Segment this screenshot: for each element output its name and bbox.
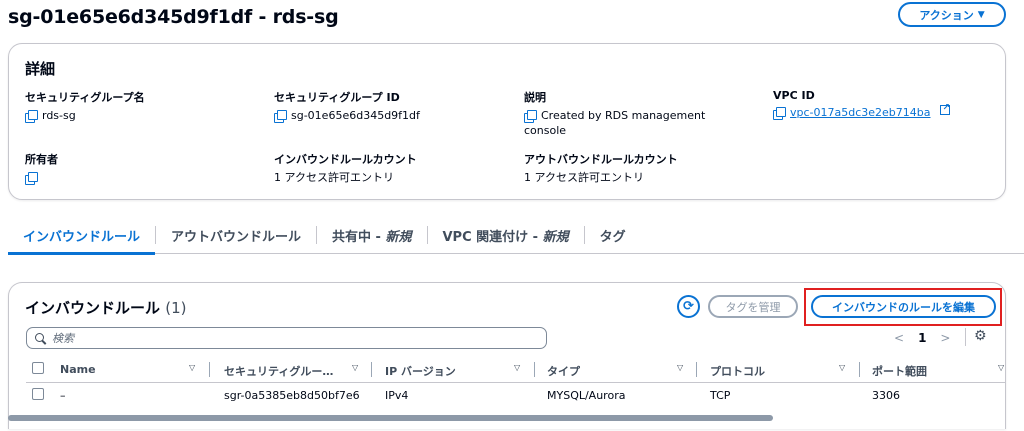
- sort-icon[interactable]: ▽: [839, 363, 845, 372]
- tab-tags[interactable]: タグ: [585, 218, 641, 254]
- actions-dropdown-button[interactable]: アクション ▼: [898, 2, 1006, 27]
- page-title: sg-01e65e6d345d9f1df - rds-sg: [8, 6, 339, 28]
- cell-rule-id: sgr-0a5385eb8d50bf7e6: [224, 389, 360, 402]
- search-icon: [35, 332, 46, 344]
- sg-name-value: rds-sg: [42, 109, 76, 122]
- horizontal-scrollbar[interactable]: [8, 415, 773, 421]
- search-input[interactable]: [52, 331, 532, 345]
- gear-icon[interactable]: ⚙: [974, 329, 988, 343]
- cell-name: –: [60, 389, 66, 402]
- details-panel: 詳細 セキュリティグループ名 rds-sg セキュリティグループ ID sg-0…: [8, 43, 1006, 200]
- sort-icon[interactable]: ▽: [352, 363, 358, 372]
- owner-value: [42, 170, 122, 178]
- external-link-icon: [939, 101, 950, 116]
- description-value-line1: Created by RDS management: [541, 109, 706, 122]
- vpc-id-label: VPC ID: [773, 89, 815, 102]
- cell-type: MYSQL/Aurora: [547, 389, 626, 402]
- outbound-count-value: 1 アクセス許可エントリ: [524, 171, 644, 184]
- caret-down-icon: ▼: [977, 9, 985, 20]
- sg-name-label: セキュリティグループ名: [25, 91, 145, 104]
- inbound-count-value: 1 アクセス許可エントリ: [274, 171, 394, 184]
- cell-port-range: 3306: [872, 389, 900, 402]
- copy-icon[interactable]: [25, 110, 38, 123]
- owner-label: 所有者: [25, 153, 58, 166]
- actions-button-label: アクション: [919, 8, 974, 22]
- tab-sharing[interactable]: 共有中 - 新規: [317, 218, 426, 254]
- tab-bar: インバウンドルール アウトバウンドルール 共有中 - 新規 VPC 関連付け -…: [8, 218, 1024, 255]
- tab-inbound-rules[interactable]: インバウンドルール: [8, 218, 156, 255]
- sg-name-field: セキュリティグループ名 rds-sg: [25, 89, 145, 123]
- table-row[interactable]: – sgr-0a5385eb8d50bf7e6 IPv4 MYSQL/Auror…: [26, 383, 1005, 407]
- manage-tags-button[interactable]: タグを管理: [708, 295, 798, 318]
- description-field: 説明 Created by RDS management console: [524, 89, 744, 138]
- row-checkbox[interactable]: [32, 388, 44, 400]
- prev-page-icon[interactable]: <: [894, 331, 904, 345]
- sg-id-value: sg-01e65e6d345d9f1df: [291, 109, 420, 122]
- tab-outbound-rules[interactable]: アウトバウンドルール: [156, 218, 316, 254]
- column-header-security-group-rule-id[interactable]: セキュリティグルー…: [224, 363, 333, 379]
- column-divider[interactable]: [371, 362, 372, 377]
- refresh-icon: ⟳: [683, 299, 694, 314]
- column-header-port-range[interactable]: ポート範囲: [872, 363, 927, 379]
- vpc-id-field: VPC ID vpc-017a5dc3e2eb714ba: [773, 89, 950, 120]
- select-all-checkbox[interactable]: [32, 362, 44, 374]
- pagination: < 1 >: [894, 331, 950, 345]
- rules-count: (1): [165, 299, 187, 317]
- description-value-line2: console: [524, 124, 567, 137]
- search-box[interactable]: [26, 327, 547, 349]
- sg-id-label: セキュリティグループ ID: [274, 91, 400, 104]
- cell-protocol: TCP: [710, 389, 731, 402]
- tab-vpc-associations[interactable]: VPC 関連付け - 新規: [428, 218, 584, 254]
- sort-icon[interactable]: ▽: [677, 363, 683, 372]
- copy-icon[interactable]: [773, 107, 786, 120]
- next-page-icon[interactable]: >: [940, 331, 950, 345]
- rules-table: Name ▽ セキュリティグルー… ▽ IP バージョン ▽ タイプ ▽ プロト…: [26, 357, 1005, 407]
- cell-ip-version: IPv4: [385, 389, 409, 402]
- outbound-count-field: アウトバウンドルールカウント 1 アクセス許可エントリ: [524, 151, 678, 185]
- inbound-rules-title: インバウンドルール (1): [25, 299, 187, 317]
- table-header-row: Name ▽ セキュリティグルー… ▽ IP バージョン ▽ タイプ ▽ プロト…: [26, 357, 1005, 383]
- sort-icon[interactable]: ▽: [998, 363, 1004, 372]
- inbound-rules-panel: インバウンドルール (1) ⟳ タグを管理 インバウンドのルールを編集 < 1 …: [8, 282, 1006, 429]
- inbound-count-field: インバウンドルールカウント 1 アクセス許可エントリ: [274, 151, 417, 185]
- column-header-name[interactable]: Name: [60, 363, 96, 376]
- copy-icon[interactable]: [274, 110, 287, 123]
- inbound-count-label: インバウンドルールカウント: [274, 153, 417, 166]
- sg-id-field: セキュリティグループ ID sg-01e65e6d345d9f1df: [274, 89, 420, 123]
- refresh-button[interactable]: ⟳: [677, 295, 700, 318]
- column-header-type[interactable]: タイプ: [547, 363, 580, 379]
- sort-icon[interactable]: ▽: [189, 363, 195, 372]
- column-divider[interactable]: [696, 362, 697, 377]
- edit-inbound-rules-button[interactable]: インバウンドのルールを編集: [811, 295, 996, 318]
- column-divider[interactable]: [534, 362, 535, 377]
- page-number[interactable]: 1: [918, 331, 926, 345]
- owner-field: 所有者: [25, 151, 122, 185]
- column-header-ip-version[interactable]: IP バージョン: [385, 363, 456, 379]
- column-divider[interactable]: [209, 362, 210, 377]
- outbound-count-label: アウトバウンドルールカウント: [524, 153, 678, 166]
- column-header-protocol[interactable]: プロトコル: [710, 363, 765, 379]
- sort-icon[interactable]: ▽: [514, 363, 520, 372]
- description-label: 説明: [524, 91, 546, 104]
- vpc-id-link[interactable]: vpc-017a5dc3e2eb714ba: [790, 105, 931, 120]
- copy-icon[interactable]: [25, 172, 38, 185]
- column-divider[interactable]: [859, 362, 860, 377]
- details-title: 詳細: [25, 60, 56, 78]
- pager-divider: [965, 328, 966, 346]
- copy-icon[interactable]: [524, 110, 537, 123]
